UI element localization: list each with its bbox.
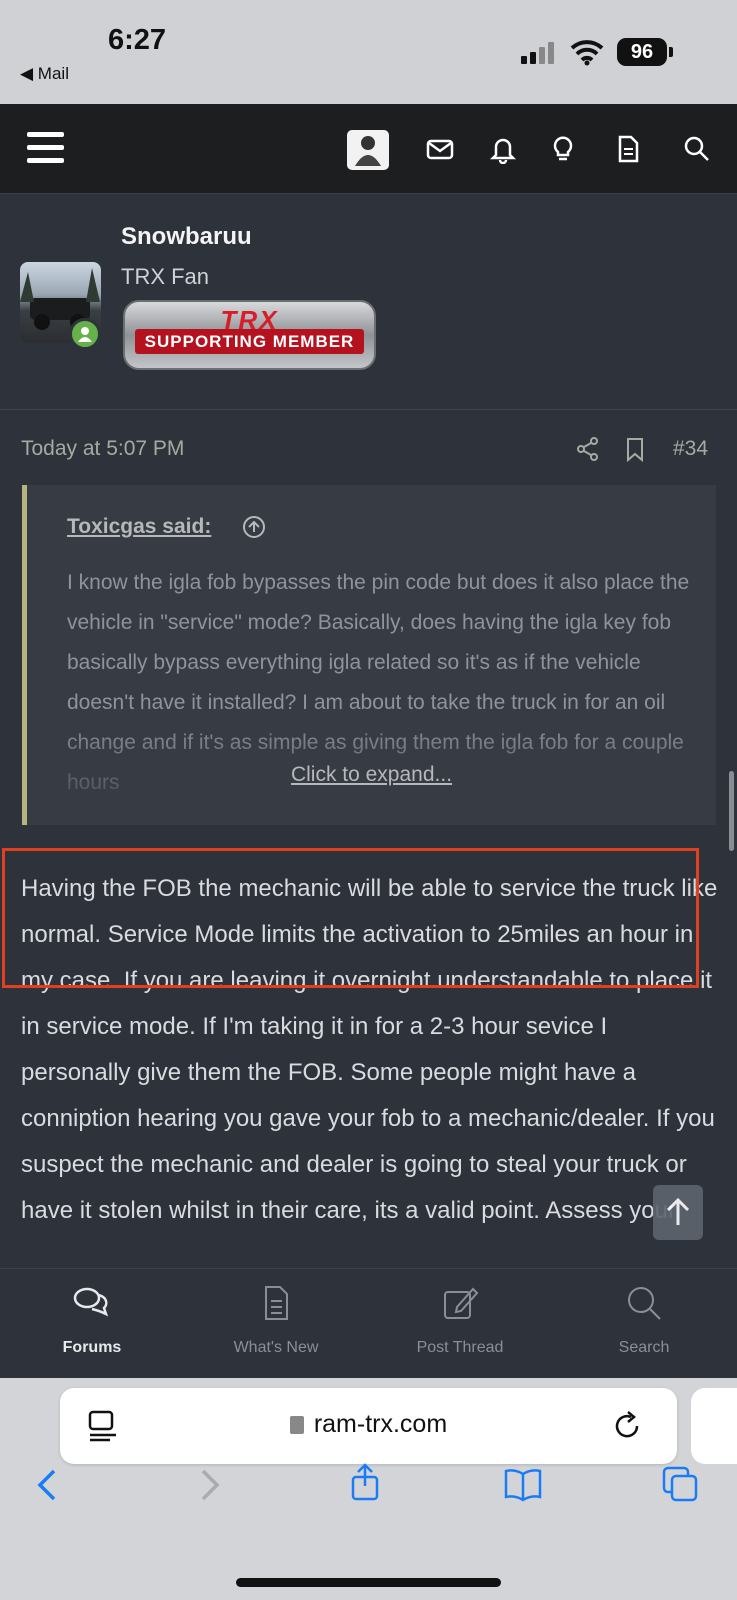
badge-label: SUPPORTING MEMBER	[135, 329, 364, 354]
author-title: TRX Fan	[121, 264, 210, 289]
wifi-icon	[570, 40, 604, 66]
url-display[interactable]: ram-trx.com	[60, 1410, 677, 1439]
quote-author-link[interactable]: Toxicgas said:	[67, 515, 211, 539]
url-text: ram-trx.com	[313, 1410, 448, 1438]
tab-label: Search	[618, 1339, 670, 1356]
site-top-nav	[0, 104, 737, 194]
battery-tip	[669, 47, 673, 57]
document-icon[interactable]	[613, 134, 643, 164]
address-bar[interactable]: ram-trx.com	[60, 1388, 677, 1464]
page-scrollbar[interactable]	[729, 771, 734, 851]
edit-icon	[444, 1287, 479, 1319]
tab-forums[interactable]: Forums	[0, 1269, 184, 1379]
reload-icon[interactable]	[607, 1406, 647, 1446]
post-timestamp[interactable]: Today at 5:07 PM	[21, 437, 184, 461]
user-avatar[interactable]	[347, 130, 389, 170]
tab-search[interactable]: Search	[552, 1269, 736, 1379]
lightbulb-icon[interactable]	[548, 134, 578, 164]
browser-toolbar: ram-trx.com	[0, 1378, 737, 1600]
bookmarks-icon[interactable]	[503, 1464, 543, 1504]
back-icon[interactable]	[28, 1465, 68, 1505]
share-icon[interactable]	[345, 1462, 385, 1502]
tab-whats-new[interactable]: What's New	[184, 1269, 368, 1379]
click-to-expand-link[interactable]: Click to expand...	[27, 763, 716, 787]
chat-bubbles-icon	[73, 1287, 109, 1317]
tab-label: What's New	[233, 1339, 319, 1356]
clock: 6:27	[108, 24, 167, 56]
tab-post-thread[interactable]: Post Thread	[368, 1269, 552, 1379]
search-icon	[628, 1287, 661, 1320]
supporting-member-badge: TRX SUPPORTING MEMBER	[123, 300, 376, 370]
bell-icon[interactable]	[488, 134, 518, 164]
bottom-tab-bar: Forums What's New Post Thread Search	[0, 1268, 737, 1378]
next-tab-preview[interactable]	[691, 1388, 737, 1464]
tab-label: Forums	[62, 1339, 122, 1356]
share-icon[interactable]	[575, 436, 601, 462]
status-bar: 6:27 ◀ Mail 96	[0, 0, 737, 104]
quote-block: Toxicgas said: I know the igla fob bypas…	[22, 485, 716, 825]
author-name[interactable]: Snowbaruu	[121, 223, 252, 251]
mail-icon[interactable]	[425, 134, 455, 164]
battery-indicator: 96	[617, 38, 667, 66]
back-to-mail-link[interactable]: ◀ Mail	[20, 64, 69, 84]
menu-icon[interactable]	[27, 132, 64, 164]
bookmark-icon[interactable]	[622, 436, 648, 462]
home-indicator	[236, 1578, 501, 1587]
forward-icon[interactable]	[189, 1465, 229, 1505]
post-number[interactable]: #34	[673, 437, 708, 461]
tab-label: Post Thread	[416, 1339, 504, 1356]
tabs-icon[interactable]	[660, 1464, 700, 1504]
document-icon	[265, 1286, 288, 1320]
cellular-signal-icon	[521, 42, 557, 64]
highlight-box	[2, 848, 699, 988]
scroll-to-top-button[interactable]	[653, 1185, 703, 1240]
search-icon[interactable]	[682, 134, 712, 164]
jump-to-quote-icon[interactable]	[242, 515, 266, 539]
lock-icon	[289, 1416, 304, 1435]
online-status-icon	[69, 318, 101, 350]
